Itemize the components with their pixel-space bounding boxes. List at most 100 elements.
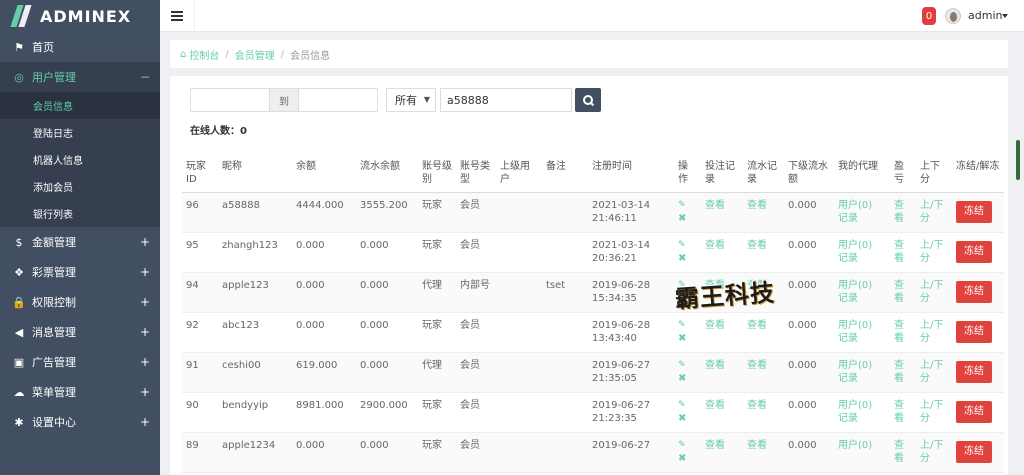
search-button[interactable] (575, 88, 601, 112)
sidebar-item-1[interactable]: ◎ 用户管理 − (0, 62, 160, 92)
column-header: 流水余额 (356, 154, 418, 193)
view-pnl-link[interactable]: 查看 (894, 200, 904, 224)
updown-link[interactable]: 上/下分 (920, 440, 943, 464)
edit-icon[interactable]: ✎ (678, 319, 697, 332)
updown-link[interactable]: 上/下分 (920, 240, 943, 264)
sidebar-item-3[interactable]: ❖ 彩票管理 + (0, 257, 160, 287)
breadcrumb-item-dashboard[interactable]: 控制台 (189, 47, 219, 62)
agent-users-link[interactable]: 用户(0) (838, 320, 872, 331)
sidebar-item-8[interactable]: ✱ 设置中心 + (0, 407, 160, 437)
caret-down-icon[interactable] (1002, 14, 1008, 18)
start-date-input[interactable] (190, 88, 270, 112)
view-flow-link[interactable]: 查看 (747, 360, 767, 371)
view-pnl-link[interactable]: 查看 (894, 240, 904, 264)
agent-record-link[interactable]: 记录 (838, 333, 858, 344)
edit-icon[interactable]: ✎ (678, 239, 697, 252)
agent-users-link[interactable]: 用户(0) (838, 360, 872, 371)
page-scrollbar[interactable] (1016, 140, 1020, 180)
freeze-button[interactable]: 冻结 (956, 401, 992, 423)
end-date-input[interactable] (298, 88, 378, 112)
edit-icon[interactable]: ✎ (678, 359, 697, 372)
home-icon: ⌂ (180, 48, 187, 60)
view-bet-link[interactable]: 查看 (705, 400, 725, 411)
cell-register-time: 2019-06-27 (588, 432, 674, 473)
freeze-button[interactable]: 冻结 (956, 241, 992, 263)
edit-icon[interactable]: ✎ (678, 199, 697, 212)
agent-record-link[interactable]: 记录 (838, 413, 858, 424)
view-pnl-link[interactable]: 查看 (894, 280, 904, 304)
sidebar-item-7[interactable]: ☁ 菜单管理 + (0, 377, 160, 407)
sidebar-subitem[interactable]: 会员信息 (0, 92, 160, 119)
updown-link[interactable]: 上/下分 (920, 280, 943, 304)
delete-icon[interactable]: ✖ (678, 372, 697, 385)
agent-users-link[interactable]: 用户(0) (838, 280, 872, 291)
sidebar-subitem[interactable]: 机器人信息 (0, 146, 160, 173)
updown-link[interactable]: 上/下分 (920, 400, 943, 424)
cell-note: tset (542, 272, 588, 313)
sidebar-item-0[interactable]: ⚑ 首页 (0, 32, 160, 62)
sidebar-item-4[interactable]: 🔒 权限控制 + (0, 287, 160, 317)
view-pnl-link[interactable]: 查看 (894, 320, 904, 344)
delete-icon[interactable]: ✖ (678, 332, 697, 345)
user-name[interactable]: admin (968, 9, 1002, 22)
column-header: 注册时间 (588, 154, 674, 193)
table-row: 94 apple123 0.000 0.000 代理 内部号 tset 2019-06-28 1… (182, 272, 1004, 313)
sidebar-subitem[interactable]: 添加会员 (0, 173, 160, 200)
cell-note (542, 432, 588, 473)
notification-badge[interactable]: 0 (922, 7, 936, 25)
agent-record-link[interactable]: 记录 (838, 253, 858, 264)
view-flow-link[interactable]: 查看 (747, 320, 767, 331)
view-bet-link[interactable]: 查看 (705, 200, 725, 211)
view-flow-link[interactable]: 查看 (747, 200, 767, 211)
avatar[interactable] (945, 8, 961, 24)
menu-toggle-button[interactable] (160, 0, 195, 32)
agent-users-link[interactable]: 用户(0) (838, 440, 872, 451)
sidebar-subitem[interactable]: 登陆日志 (0, 119, 160, 146)
cell-parent (496, 432, 542, 473)
freeze-button[interactable]: 冻结 (956, 361, 992, 383)
breadcrumb-item-members[interactable]: 会员管理 (235, 47, 275, 62)
freeze-button[interactable]: 冻结 (956, 281, 992, 303)
cell-freeze: 冻结 (952, 392, 1004, 433)
agent-users-link[interactable]: 用户(0) (838, 400, 872, 411)
updown-link[interactable]: 上/下分 (920, 320, 943, 344)
cell-bet-record: 查看 (701, 352, 743, 393)
view-bet-link[interactable]: 查看 (705, 360, 725, 371)
agent-record-link[interactable]: 记录 (838, 373, 858, 384)
register-date: 2019-06-28 (592, 320, 651, 331)
cell-freeze: 冻结 (952, 432, 1004, 473)
delete-icon[interactable]: ✖ (678, 412, 697, 425)
view-flow-link[interactable]: 查看 (747, 400, 767, 411)
updown-link[interactable]: 上/下分 (920, 360, 943, 384)
sidebar-item-5[interactable]: ◀ 消息管理 + (0, 317, 160, 347)
agent-users-link[interactable]: 用户(0) (838, 240, 872, 251)
view-pnl-link[interactable]: 查看 (894, 440, 904, 464)
delete-icon[interactable]: ✖ (678, 252, 697, 265)
agent-record-link[interactable]: 记录 (838, 213, 858, 224)
cell-flow: 0.000 (356, 272, 418, 313)
sidebar-item-6[interactable]: ▣ 广告管理 + (0, 347, 160, 377)
palette-icon: ◎ (14, 70, 24, 84)
view-flow-link[interactable]: 查看 (747, 240, 767, 251)
type-select[interactable]: 所有 ▼ (386, 88, 436, 112)
view-pnl-link[interactable]: 查看 (894, 400, 904, 424)
brand-logo[interactable]: ADMINEX (0, 0, 160, 32)
freeze-button[interactable]: 冻结 (956, 441, 992, 463)
sidebar-subitem[interactable]: 银行列表 (0, 200, 160, 227)
view-flow-link[interactable]: 查看 (747, 440, 767, 451)
view-bet-link[interactable]: 查看 (705, 320, 725, 331)
keyword-input[interactable]: a58888 (440, 88, 572, 112)
freeze-button[interactable]: 冻结 (956, 321, 992, 343)
delete-icon[interactable]: ✖ (678, 452, 697, 465)
sidebar-item-2[interactable]: $ 金额管理 + (0, 227, 160, 257)
view-pnl-link[interactable]: 查看 (894, 360, 904, 384)
delete-icon[interactable]: ✖ (678, 212, 697, 225)
agent-record-link[interactable]: 记录 (838, 293, 858, 304)
edit-icon[interactable]: ✎ (678, 399, 697, 412)
view-bet-link[interactable]: 查看 (705, 240, 725, 251)
edit-icon[interactable]: ✎ (678, 439, 697, 452)
view-bet-link[interactable]: 查看 (705, 440, 725, 451)
agent-users-link[interactable]: 用户(0) (838, 200, 872, 211)
updown-link[interactable]: 上/下分 (920, 200, 943, 224)
freeze-button[interactable]: 冻结 (956, 201, 992, 223)
